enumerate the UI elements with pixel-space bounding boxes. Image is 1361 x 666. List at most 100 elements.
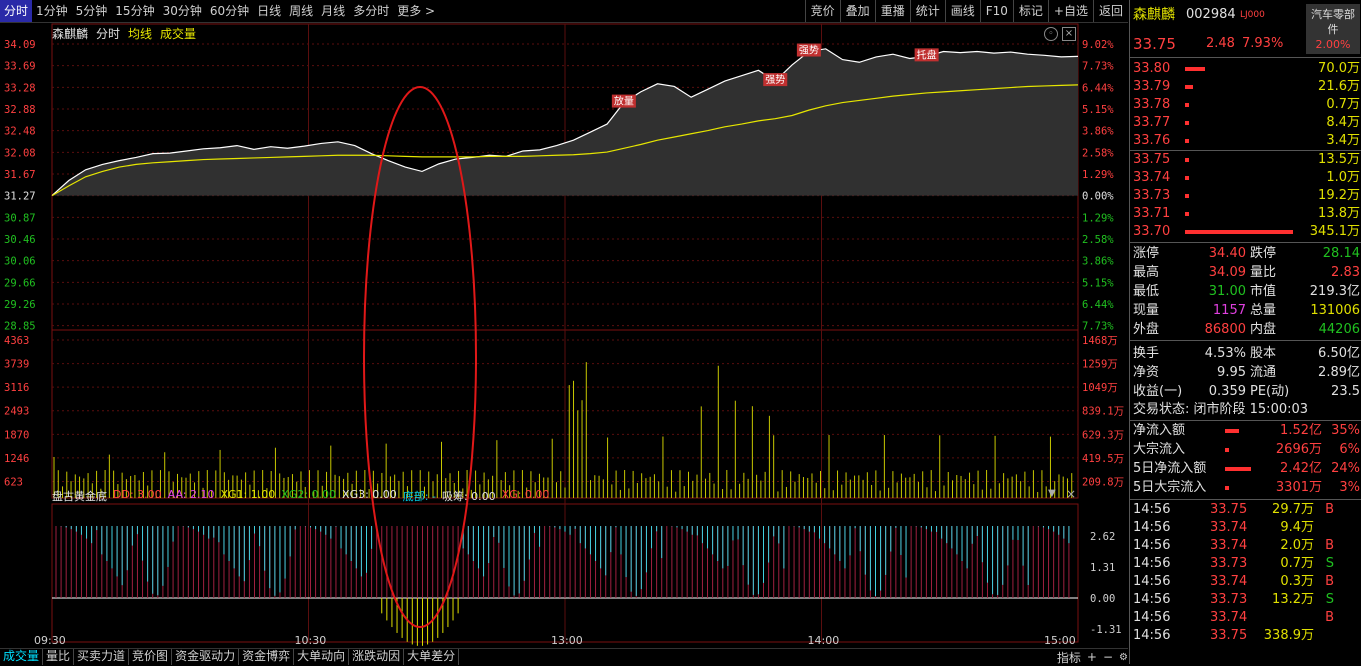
tick-price: 33.74 (1210, 538, 1248, 553)
last-price: 33.75 (1133, 35, 1176, 53)
ask-volume-bar (1185, 139, 1189, 143)
zoom-in-button[interactable]: + (1087, 650, 1097, 664)
period-tab[interactable]: 日线 (253, 0, 285, 22)
bottom-tab[interactable]: 大单动向 (294, 649, 350, 665)
stat-label: 总量 (1250, 303, 1277, 318)
pct-axis-label: 6.44% (1082, 82, 1114, 94)
bottom-tab[interactable]: 量比 (43, 649, 75, 665)
price-axis-label: 33.28 (4, 82, 36, 94)
chart-header: 森麒麟 分时 均线 成交量 (52, 25, 196, 41)
bottom-tab[interactable]: 成交量 (0, 649, 44, 665)
indicator-close-icon[interactable]: × (1066, 487, 1076, 501)
period-tab[interactable]: 周线 (285, 0, 317, 22)
panel-row: 33.71 13.8万 (1130, 205, 1361, 223)
tick-side: B (1325, 574, 1334, 589)
flow-bar (1225, 429, 1239, 433)
tick-price: 33.74 (1210, 574, 1248, 589)
turnover-axis-label: 419.5万 (1082, 453, 1124, 465)
pct-axis-label: 3.86% (1082, 126, 1114, 138)
period-tab[interactable]: 多分时 (349, 0, 393, 22)
intraday-chart[interactable]: 放量 强势 强势 托盘 34.09 9.02% 33.69 7.73% 33.28 6.44% 32… (0, 22, 1128, 648)
stat-label: 最高 (1133, 265, 1160, 280)
panel-row: 33.80 70.0万 (1130, 60, 1361, 78)
stat-label: 涨停 (1133, 246, 1160, 261)
bottom-tab[interactable]: 买卖力道 (74, 649, 130, 665)
signal-annotation: 放量 (611, 94, 636, 108)
period-tab[interactable]: 15分钟 (111, 0, 158, 22)
bottom-tab[interactable]: 涨跌动因 (349, 649, 405, 665)
stock-name-label: 森麒麟 (52, 27, 89, 41)
bid-price: 33.73 (1133, 188, 1171, 203)
period-tab[interactable]: 月线 (317, 0, 349, 22)
turnover-axis-label: 1049万 (1082, 382, 1118, 394)
tick-time: 14:56 (1133, 556, 1171, 571)
price-change: 2.48 (1206, 36, 1235, 51)
ask-volume-bar (1185, 67, 1205, 71)
mode-label: 分时 (96, 27, 121, 41)
bottom-tabs: 成交量 量比 买卖力道 竞价图 资金驱动力 资金博弈 大单动向 涨跌动因 大单差分 指标 + −… (0, 648, 1128, 665)
flow-pct: 3% (1339, 480, 1360, 495)
indicator-button[interactable]: 指标 (1057, 649, 1081, 666)
turnover-axis-label: 629.3万 (1082, 429, 1124, 441)
volume-axis-label: 2493 (4, 406, 29, 418)
flow-value: 1.52亿 (1280, 423, 1322, 438)
tool-button[interactable]: 重播 (874, 0, 910, 22)
panel-row: 交易状态: 闭市阶段 15:00:03 (1130, 401, 1361, 419)
tick-side: S (1325, 592, 1334, 607)
settings-gear-icon[interactable]: ⚙ (1119, 652, 1128, 663)
tool-button[interactable]: +自选 (1047, 0, 1093, 22)
tick-side: B (1325, 502, 1334, 517)
indicator-xichou: 吸筹: 0.00 (441, 490, 496, 503)
pct-axis-label: 3.86% (1082, 256, 1114, 268)
bottom-tab[interactable]: 大单差分 (404, 649, 460, 665)
tool-button[interactable]: 竞价 (804, 0, 840, 22)
period-tab[interactable]: 60分钟 (206, 0, 253, 22)
stat-value: 6.50亿 (1318, 346, 1360, 361)
tick-volume: 9.4万 (1280, 520, 1314, 535)
panel-row: 14:56 33.74 0.3万 B (1130, 573, 1361, 591)
period-tab[interactable]: 1分钟 (32, 0, 72, 22)
panel-row: 33.79 21.6万 (1130, 78, 1361, 96)
price-axis-label: 30.87 (4, 212, 36, 224)
tool-button[interactable]: 叠加 (839, 0, 875, 22)
volume-axis-label: 4363 (4, 335, 29, 347)
trade-status: 交易状态: 闭市阶段 15:00:03 (1133, 402, 1309, 417)
period-tab[interactable]: 30分钟 (159, 0, 206, 22)
tick-side: S (1325, 556, 1334, 571)
bid-volume-bar (1185, 176, 1189, 180)
panel-row: 净资 9.95 流通 2.89亿 (1130, 364, 1361, 382)
tool-button[interactable]: F10 (979, 0, 1013, 22)
bid-volume: 19.2万 (1318, 188, 1360, 203)
panel-row: 33.73 19.2万 (1130, 187, 1361, 205)
tool-button[interactable]: 标记 (1012, 0, 1048, 22)
indicator-xg3: XG3: 0.00 (342, 488, 397, 501)
tick-time: 14:56 (1133, 520, 1171, 535)
stat-value: 2.89亿 (1318, 365, 1360, 380)
pct-axis-label: 5.15% (1082, 277, 1114, 289)
tool-button[interactable]: 返回 (1092, 0, 1128, 22)
bottom-tab[interactable]: 资金驱动力 (172, 649, 240, 665)
period-tab[interactable]: 更多 > (393, 0, 439, 22)
price-axis-label: 34.09 (4, 39, 36, 51)
indicator-xg1: XG1: 1.00 (220, 488, 276, 501)
bottom-tab[interactable]: 竞价图 (129, 649, 173, 665)
chevron-down-icon[interactable]: ▼ (1048, 488, 1056, 499)
tool-button[interactable]: 统计 (909, 0, 945, 22)
bottom-tab[interactable]: 资金博弈 (239, 649, 295, 665)
panel-row: 14:56 33.73 13.2万 S (1130, 591, 1361, 609)
zoom-out-button[interactable]: − (1103, 650, 1113, 664)
signal-annotation: 强势 (796, 43, 821, 57)
stat-label: 换手 (1133, 346, 1160, 361)
quote-panel: 森麒麟 002984 LJ000 汽车零部件 2.00% 33.75 2.48 7.93% 33… (1129, 0, 1361, 664)
period-tab[interactable]: 5分钟 (72, 0, 112, 22)
stat-label: 现量 (1133, 303, 1160, 318)
panel-row: 5日净流入额 2.42亿 24% (1130, 460, 1361, 478)
tool-button[interactable]: 画线 (944, 0, 980, 22)
price-pct: 7.93% (1242, 36, 1284, 51)
period-tab[interactable]: 分时 (0, 0, 33, 22)
close-icon[interactable]: × (1062, 27, 1076, 41)
stat-value: 1157 (1212, 303, 1246, 318)
ask-price: 33.77 (1133, 115, 1171, 130)
settings-icon[interactable]: ◦ (1044, 27, 1058, 41)
turnover-axis-label: 1259万 (1082, 359, 1118, 371)
